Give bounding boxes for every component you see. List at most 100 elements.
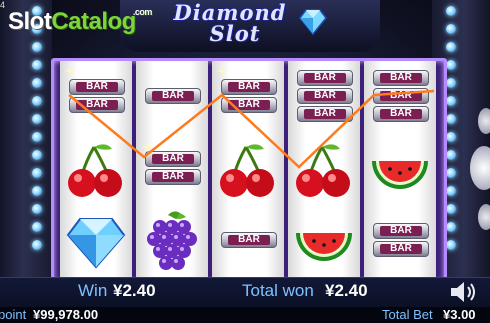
reel-window: BAR BAR BAR BAR BAR BAR BAR BAR BAR BAR BAR BAR BAR B… — [51, 58, 447, 284]
game-stage: Diamond Slot 4 SlotCatalog.com BAR BAR BAR… — [0, 0, 490, 323]
total-bet-value: ¥3.00 — [443, 307, 476, 322]
watermark-logo: SlotCatalog.com — [8, 7, 155, 36]
marquee-light — [32, 204, 42, 214]
win-value: ¥2.40 — [113, 281, 156, 300]
marquee-light — [32, 96, 42, 106]
bar-plate: BAR — [221, 79, 277, 95]
marquee-light — [32, 78, 42, 88]
left-marquee-lights — [32, 6, 44, 250]
marquee-light — [446, 6, 456, 16]
reel-symbol-cherry — [216, 137, 280, 201]
marquee-light — [446, 24, 456, 34]
bar-text: BAR — [152, 172, 194, 182]
right-marquee-lights — [446, 6, 458, 250]
reel: BAR BAR BAR — [136, 61, 208, 281]
cherry-icon — [296, 144, 350, 197]
corner-number: 4 — [0, 0, 6, 10]
marquee-light — [32, 240, 42, 250]
marquee-light — [446, 186, 456, 196]
bar-plate: BAR — [145, 169, 201, 185]
marquee-light — [32, 150, 42, 160]
bar-text: BAR — [76, 100, 118, 110]
total-won-label: Total won — [242, 281, 314, 300]
bar-text: BAR — [304, 91, 346, 101]
grapes-icon — [147, 211, 197, 270]
marquee-light — [32, 222, 42, 232]
bar-plate: BAR — [373, 70, 429, 86]
reel-symbol-watermelon — [292, 209, 356, 273]
marquee-light — [32, 168, 42, 178]
bar-plate: BAR — [221, 97, 277, 113]
bar-plate: BAR — [297, 70, 353, 86]
bar-plate: BAR — [373, 88, 429, 104]
bar-plate: BAR — [373, 223, 429, 239]
reel-symbol-triple-bar: BAR BAR BAR — [292, 65, 356, 129]
marquee-light — [446, 60, 456, 70]
marquee-light — [446, 168, 456, 178]
point-label: point — [0, 307, 27, 322]
bar-text: BAR — [380, 244, 422, 254]
sparkle-icon — [216, 65, 228, 77]
side-button-top[interactable] — [478, 108, 490, 134]
game-title: Diamond Slot — [160, 2, 300, 44]
marquee-light — [446, 240, 456, 250]
reel: BAR BAR BAR BAR BAR — [364, 61, 436, 281]
reel-symbol-grapes — [140, 209, 204, 273]
reel-symbol-cherry — [64, 137, 128, 201]
watermark-suffix: .com — [132, 7, 153, 17]
reel-symbol-single-bar: BAR — [140, 65, 204, 129]
left-cabinet-frame — [0, 0, 52, 285]
watermark-brand-b: Catalog — [51, 8, 136, 35]
watermark-brand-a: Slot — [8, 8, 52, 35]
bar-plate: BAR — [145, 151, 201, 167]
reel: BAR BAR — [60, 61, 132, 281]
marquee-light — [446, 42, 456, 52]
cherry-icon — [220, 144, 274, 197]
marquee-light — [32, 60, 42, 70]
bar-text: BAR — [380, 226, 422, 236]
bar-text: BAR — [304, 109, 346, 119]
game-title-line2: Slot — [209, 21, 261, 46]
marquee-light — [32, 114, 42, 124]
bar-text: BAR — [304, 73, 346, 83]
diamond-icon — [66, 218, 126, 269]
point-value: ¥99,978.00 — [33, 307, 99, 322]
reel-symbol-single-bar: BAR — [216, 209, 280, 273]
marquee-light — [446, 96, 456, 106]
speaker-icon[interactable] — [448, 280, 478, 304]
cherry-icon — [68, 144, 122, 197]
reel-symbol-watermelon — [368, 137, 432, 201]
sparkle-icon — [142, 141, 154, 153]
bar-text: BAR — [380, 91, 422, 101]
bar-text: BAR — [380, 73, 422, 83]
bar-text: BAR — [228, 235, 270, 245]
marquee-light — [32, 132, 42, 142]
bar-plate: BAR — [145, 88, 201, 104]
reel-symbol-triple-bar: BAR BAR BAR — [368, 65, 432, 129]
spin-button[interactable] — [470, 146, 490, 190]
diamond-icon — [299, 9, 327, 36]
bar-plate: BAR — [373, 241, 429, 257]
sparkle-icon — [64, 65, 76, 77]
reel: BAR BAR BAR — [212, 61, 284, 281]
total-won-value: ¥2.40 — [325, 281, 368, 300]
bar-plate: BAR — [69, 79, 125, 95]
marquee-light — [446, 222, 456, 232]
marquee-light — [32, 42, 42, 52]
reel: BAR BAR BAR — [288, 61, 360, 281]
marquee-light — [446, 132, 456, 142]
total-bet-label: Total Bet — [382, 307, 433, 322]
game-title-line1: Diamond — [173, 0, 287, 25]
marquee-light — [446, 78, 456, 88]
bar-plate: BAR — [297, 106, 353, 122]
bar-plate: BAR — [297, 88, 353, 104]
bar-text: BAR — [228, 82, 270, 92]
bar-text: BAR — [152, 154, 194, 164]
marquee-light — [446, 114, 456, 124]
reel-symbol-cherry — [292, 137, 356, 201]
bar-plate: BAR — [221, 232, 277, 248]
reel-symbol-diamond — [64, 209, 128, 273]
bar-plate: BAR — [373, 106, 429, 122]
watermelon-icon — [372, 161, 428, 189]
side-button-bottom[interactable] — [478, 204, 490, 230]
